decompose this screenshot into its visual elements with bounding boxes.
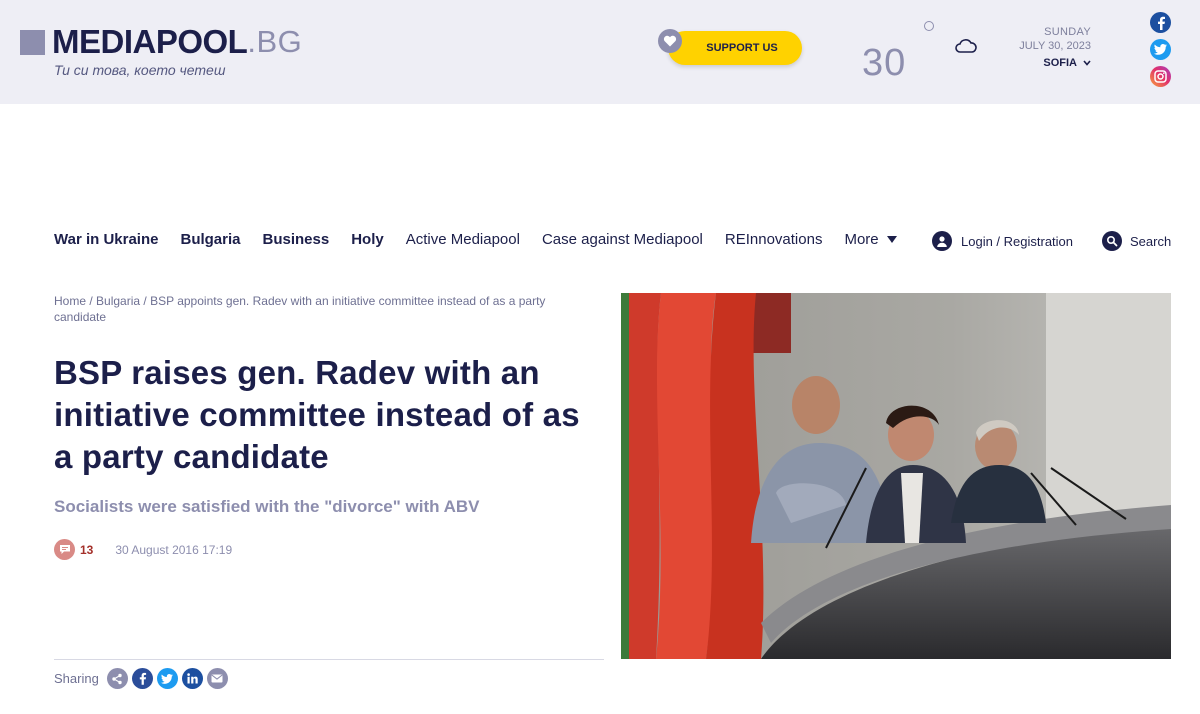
publish-date: 30 August 2016 17:19	[115, 542, 233, 557]
share-linkedin-icon[interactable]	[181, 668, 203, 689]
share-email-icon[interactable]	[206, 668, 228, 689]
heart-icon	[658, 29, 682, 53]
nav-item-reinnovations[interactable]: REInnovations	[725, 231, 823, 248]
logo-tld: .BG	[247, 24, 303, 59]
twitter-icon[interactable]	[1150, 39, 1171, 60]
degree-icon	[924, 21, 934, 31]
nav-item-active-mediapool[interactable]: Active Mediapool	[406, 231, 520, 248]
login-registration-link[interactable]: Login / Registration	[932, 231, 1073, 251]
search-icon	[1102, 231, 1122, 251]
nav-item-case-against-mediapool[interactable]: Case against Mediapool	[542, 231, 703, 248]
share-divider	[54, 659, 604, 660]
support-us-button[interactable]: SUPPORT US	[668, 31, 802, 65]
search-label: Search	[1130, 233, 1172, 249]
site-header: MEDIAPOOL .BG Ти си това, което четеш SU…	[0, 0, 1200, 104]
weather-temperature: 30	[862, 42, 907, 84]
comment-icon[interactable]	[54, 539, 75, 560]
logo-name: MEDIAPOOL	[52, 23, 248, 60]
sharing-bar: Sharing	[54, 668, 232, 689]
breadcrumb: Home / Bulgaria / BSP appoints gen. Rade…	[54, 294, 546, 324]
search-button[interactable]: Search	[1102, 231, 1171, 251]
article-meta: 13 30 August 2016 17:19	[54, 539, 232, 560]
comment-count[interactable]: 13	[80, 543, 93, 557]
weekday: SUNDAY	[1044, 26, 1091, 38]
logo-square-icon	[20, 29, 45, 55]
nav-item-holy[interactable]: Holy	[351, 231, 384, 248]
nav-more-menu[interactable]: More	[844, 231, 897, 248]
share-twitter-icon[interactable]	[156, 668, 178, 689]
nav-item-business[interactable]: Business	[263, 231, 330, 248]
user-icon	[932, 231, 952, 251]
site-logo[interactable]: MEDIAPOOL .BG	[20, 23, 303, 60]
article-photo	[621, 293, 1171, 659]
nav-more-label: More	[844, 231, 879, 248]
site-tagline: Ти си това, което четеш	[54, 62, 226, 78]
city-selector[interactable]: SOFIA	[1000, 57, 1091, 69]
share-facebook-icon[interactable]	[131, 668, 153, 689]
sharing-label: Sharing	[54, 671, 99, 686]
facebook-icon[interactable]	[1150, 12, 1171, 33]
share-icon[interactable]	[106, 668, 128, 689]
caret-down-icon	[886, 236, 897, 243]
nav-item-bulgaria[interactable]: Bulgaria	[180, 231, 240, 248]
breadcrumb-section[interactable]: Bulgaria	[96, 294, 140, 308]
chevron-down-icon	[1083, 60, 1091, 66]
nav-item-war-in-ukraine[interactable]: War in Ukraine	[54, 231, 158, 248]
current-date: JULY 30, 2023	[1019, 40, 1091, 52]
main-nav: War in Ukraine Bulgaria Business Holy Ac…	[54, 231, 919, 248]
cloud-icon	[955, 38, 977, 59]
instagram-icon[interactable]	[1150, 66, 1171, 87]
breadcrumb-home[interactable]: Home	[54, 294, 86, 308]
article-headline: BSP raises gen. Radev with an initiative…	[54, 354, 580, 475]
city-label: SOFIA	[1043, 57, 1077, 69]
article-subtitle: Socialists were satisfied with the "divo…	[54, 497, 480, 516]
login-label: Login / Registration	[961, 233, 1074, 249]
date-block: SUNDAY JULY 30, 2023 SOFIA	[1000, 26, 1091, 69]
